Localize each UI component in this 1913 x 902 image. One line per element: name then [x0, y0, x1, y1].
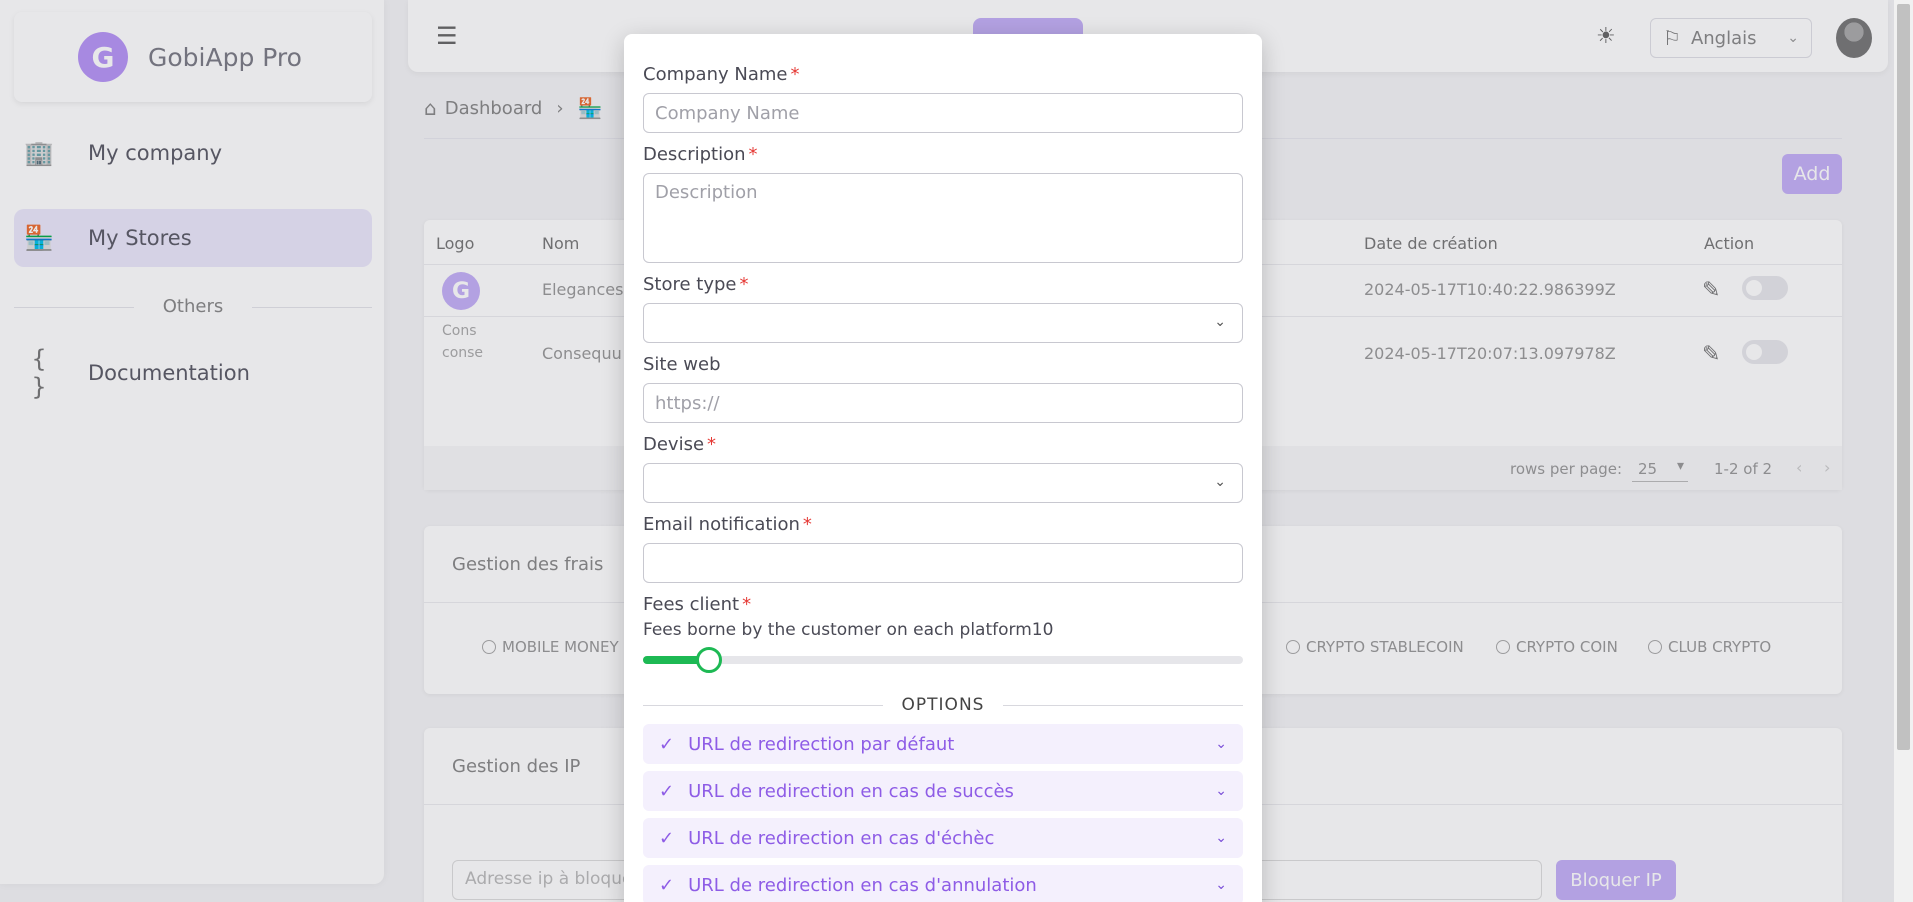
- fees-client-help: Fees borne by the customer on each platf…: [643, 620, 1054, 640]
- devise-select[interactable]: ⌄: [643, 463, 1243, 503]
- chevron-down-icon: ⌄: [1214, 474, 1226, 490]
- check-icon: ✓: [659, 874, 675, 896]
- description-label: Description *: [643, 144, 758, 165]
- options-divider: OPTIONS: [643, 695, 1243, 715]
- chevron-down-icon: ⌄: [1215, 877, 1227, 893]
- fees-client-label-text: Fees client: [643, 594, 740, 615]
- chevron-down-icon: ⌄: [1215, 830, 1227, 846]
- company-name-input[interactable]: [643, 93, 1243, 133]
- chevron-down-icon: ⌄: [1215, 736, 1227, 752]
- required-asterisk: *: [748, 144, 758, 165]
- email-notification-label-text: Email notification: [643, 514, 800, 535]
- option-label: URL de redirection en cas d'échèc: [688, 827, 995, 849]
- page-scrollbar[interactable]: [1894, 0, 1913, 902]
- check-icon: ✓: [659, 733, 675, 755]
- options-title: OPTIONS: [901, 695, 985, 715]
- required-asterisk: *: [742, 594, 752, 615]
- site-web-label-text: Site web: [643, 354, 721, 375]
- check-icon: ✓: [659, 827, 675, 849]
- option-success-redirect-url[interactable]: ✓ URL de redirection en cas de succès ⌄: [643, 771, 1243, 811]
- store-type-label-text: Store type: [643, 274, 737, 295]
- chevron-down-icon: ⌄: [1215, 783, 1227, 799]
- required-asterisk: *: [707, 434, 717, 455]
- fees-client-slider[interactable]: [643, 647, 1243, 673]
- site-web-label: Site web: [643, 354, 721, 375]
- option-default-redirect-url[interactable]: ✓ URL de redirection par défaut ⌄: [643, 724, 1243, 764]
- email-notification-input[interactable]: [643, 543, 1243, 583]
- scrollbar-thumb[interactable]: [1897, 4, 1910, 750]
- option-label: URL de redirection par défaut: [688, 733, 955, 755]
- slider-thumb[interactable]: [696, 647, 722, 673]
- check-icon: ✓: [659, 780, 675, 802]
- option-failure-redirect-url[interactable]: ✓ URL de redirection en cas d'échèc ⌄: [643, 818, 1243, 858]
- description-label-text: Description: [643, 144, 746, 165]
- chevron-down-icon: ⌄: [1214, 314, 1226, 330]
- store-type-label: Store type *: [643, 274, 749, 295]
- devise-label-text: Devise: [643, 434, 705, 455]
- company-name-label-text: Company Name: [643, 64, 788, 85]
- option-label: URL de redirection en cas d'annulation: [688, 874, 1037, 896]
- devise-label: Devise *: [643, 434, 716, 455]
- required-asterisk: *: [790, 64, 800, 85]
- required-asterisk: *: [739, 274, 749, 295]
- create-store-modal: Company Name* Description* Store type* ⌄…: [624, 34, 1262, 902]
- option-label: URL de redirection en cas de succès: [688, 780, 1014, 802]
- fees-client-label: Fees client *: [643, 594, 751, 615]
- site-web-input[interactable]: [643, 383, 1243, 423]
- required-asterisk: *: [802, 514, 812, 535]
- email-notification-label: Email notification *: [643, 514, 812, 535]
- description-textarea[interactable]: [643, 173, 1243, 263]
- option-cancel-redirect-url[interactable]: ✓ URL de redirection en cas d'annulation…: [643, 865, 1243, 902]
- company-name-label: Company Name *: [643, 64, 799, 85]
- store-type-select[interactable]: ⌄: [643, 303, 1243, 343]
